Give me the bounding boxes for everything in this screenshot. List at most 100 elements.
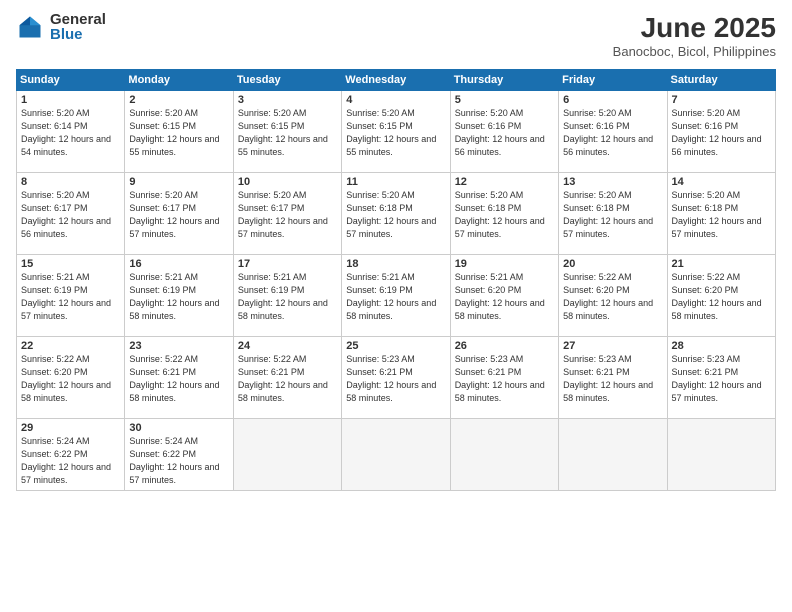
col-monday: Monday xyxy=(125,70,233,91)
day-number: 23 xyxy=(129,340,228,352)
table-row: 28 Sunrise: 5:23 AMSunset: 6:21 PMDaylig… xyxy=(667,337,775,419)
day-number: 5 xyxy=(455,94,554,106)
day-number: 30 xyxy=(129,422,228,434)
table-row: 23 Sunrise: 5:22 AMSunset: 6:21 PMDaylig… xyxy=(125,337,233,419)
table-row: 16 Sunrise: 5:21 AMSunset: 6:19 PMDaylig… xyxy=(125,255,233,337)
col-sunday: Sunday xyxy=(17,70,125,91)
day-number: 1 xyxy=(21,94,120,106)
table-row: 8 Sunrise: 5:20 AMSunset: 6:17 PMDayligh… xyxy=(17,173,125,255)
day-number: 3 xyxy=(238,94,337,106)
day-info: Sunrise: 5:20 AMSunset: 6:18 PMDaylight:… xyxy=(346,189,445,241)
day-number: 16 xyxy=(129,258,228,270)
day-number: 20 xyxy=(563,258,662,270)
col-wednesday: Wednesday xyxy=(342,70,450,91)
table-row xyxy=(667,419,775,491)
table-row: 17 Sunrise: 5:21 AMSunset: 6:19 PMDaylig… xyxy=(233,255,341,337)
logo-icon xyxy=(16,13,44,41)
day-info: Sunrise: 5:24 AMSunset: 6:22 PMDaylight:… xyxy=(21,435,120,487)
title-month: June 2025 xyxy=(613,12,776,44)
day-info: Sunrise: 5:21 AMSunset: 6:20 PMDaylight:… xyxy=(455,271,554,323)
day-number: 9 xyxy=(129,176,228,188)
day-number: 25 xyxy=(346,340,445,352)
day-info: Sunrise: 5:21 AMSunset: 6:19 PMDaylight:… xyxy=(346,271,445,323)
day-info: Sunrise: 5:23 AMSunset: 6:21 PMDaylight:… xyxy=(455,353,554,405)
day-number: 11 xyxy=(346,176,445,188)
day-number: 24 xyxy=(238,340,337,352)
logo-text: General Blue xyxy=(50,12,106,42)
day-info: Sunrise: 5:20 AMSunset: 6:16 PMDaylight:… xyxy=(563,107,662,159)
day-number: 15 xyxy=(21,258,120,270)
day-number: 12 xyxy=(455,176,554,188)
table-row: 12 Sunrise: 5:20 AMSunset: 6:18 PMDaylig… xyxy=(450,173,558,255)
day-info: Sunrise: 5:20 AMSunset: 6:17 PMDaylight:… xyxy=(21,189,120,241)
day-info: Sunrise: 5:21 AMSunset: 6:19 PMDaylight:… xyxy=(238,271,337,323)
table-row: 3 Sunrise: 5:20 AMSunset: 6:15 PMDayligh… xyxy=(233,91,341,173)
table-row: 7 Sunrise: 5:20 AMSunset: 6:16 PMDayligh… xyxy=(667,91,775,173)
day-number: 26 xyxy=(455,340,554,352)
day-number: 27 xyxy=(563,340,662,352)
table-row: 19 Sunrise: 5:21 AMSunset: 6:20 PMDaylig… xyxy=(450,255,558,337)
table-row: 21 Sunrise: 5:22 AMSunset: 6:20 PMDaylig… xyxy=(667,255,775,337)
day-number: 21 xyxy=(672,258,771,270)
table-row xyxy=(559,419,667,491)
day-info: Sunrise: 5:20 AMSunset: 6:17 PMDaylight:… xyxy=(238,189,337,241)
col-friday: Friday xyxy=(559,70,667,91)
calendar: Sunday Monday Tuesday Wednesday Thursday… xyxy=(16,69,776,491)
table-row xyxy=(342,419,450,491)
table-row xyxy=(233,419,341,491)
table-row: 25 Sunrise: 5:23 AMSunset: 6:21 PMDaylig… xyxy=(342,337,450,419)
day-info: Sunrise: 5:24 AMSunset: 6:22 PMDaylight:… xyxy=(129,435,228,487)
day-info: Sunrise: 5:20 AMSunset: 6:16 PMDaylight:… xyxy=(455,107,554,159)
logo: General Blue xyxy=(16,12,106,42)
table-row: 4 Sunrise: 5:20 AMSunset: 6:15 PMDayligh… xyxy=(342,91,450,173)
day-number: 2 xyxy=(129,94,228,106)
day-info: Sunrise: 5:20 AMSunset: 6:16 PMDaylight:… xyxy=(672,107,771,159)
logo-general: General xyxy=(50,12,106,27)
table-row: 15 Sunrise: 5:21 AMSunset: 6:19 PMDaylig… xyxy=(17,255,125,337)
day-number: 4 xyxy=(346,94,445,106)
table-row: 5 Sunrise: 5:20 AMSunset: 6:16 PMDayligh… xyxy=(450,91,558,173)
day-number: 19 xyxy=(455,258,554,270)
day-number: 10 xyxy=(238,176,337,188)
day-info: Sunrise: 5:23 AMSunset: 6:21 PMDaylight:… xyxy=(672,353,771,405)
day-info: Sunrise: 5:20 AMSunset: 6:17 PMDaylight:… xyxy=(129,189,228,241)
day-info: Sunrise: 5:22 AMSunset: 6:20 PMDaylight:… xyxy=(563,271,662,323)
day-number: 28 xyxy=(672,340,771,352)
day-number: 14 xyxy=(672,176,771,188)
table-row: 13 Sunrise: 5:20 AMSunset: 6:18 PMDaylig… xyxy=(559,173,667,255)
logo-blue: Blue xyxy=(50,27,106,42)
day-info: Sunrise: 5:20 AMSunset: 6:15 PMDaylight:… xyxy=(129,107,228,159)
table-row: 30 Sunrise: 5:24 AMSunset: 6:22 PMDaylig… xyxy=(125,419,233,491)
day-number: 29 xyxy=(21,422,120,434)
table-row: 22 Sunrise: 5:22 AMSunset: 6:20 PMDaylig… xyxy=(17,337,125,419)
table-row: 10 Sunrise: 5:20 AMSunset: 6:17 PMDaylig… xyxy=(233,173,341,255)
day-number: 6 xyxy=(563,94,662,106)
day-info: Sunrise: 5:21 AMSunset: 6:19 PMDaylight:… xyxy=(129,271,228,323)
page: General Blue June 2025 Banocboc, Bicol, … xyxy=(0,0,792,612)
day-number: 8 xyxy=(21,176,120,188)
day-info: Sunrise: 5:20 AMSunset: 6:15 PMDaylight:… xyxy=(346,107,445,159)
day-info: Sunrise: 5:21 AMSunset: 6:19 PMDaylight:… xyxy=(21,271,120,323)
header-row: Sunday Monday Tuesday Wednesday Thursday… xyxy=(17,70,776,91)
table-row: 11 Sunrise: 5:20 AMSunset: 6:18 PMDaylig… xyxy=(342,173,450,255)
day-info: Sunrise: 5:23 AMSunset: 6:21 PMDaylight:… xyxy=(346,353,445,405)
day-info: Sunrise: 5:20 AMSunset: 6:18 PMDaylight:… xyxy=(563,189,662,241)
table-row: 27 Sunrise: 5:23 AMSunset: 6:21 PMDaylig… xyxy=(559,337,667,419)
day-info: Sunrise: 5:22 AMSunset: 6:20 PMDaylight:… xyxy=(21,353,120,405)
col-thursday: Thursday xyxy=(450,70,558,91)
table-row: 9 Sunrise: 5:20 AMSunset: 6:17 PMDayligh… xyxy=(125,173,233,255)
day-info: Sunrise: 5:20 AMSunset: 6:15 PMDaylight:… xyxy=(238,107,337,159)
day-number: 13 xyxy=(563,176,662,188)
day-info: Sunrise: 5:22 AMSunset: 6:20 PMDaylight:… xyxy=(672,271,771,323)
day-number: 7 xyxy=(672,94,771,106)
table-row: 26 Sunrise: 5:23 AMSunset: 6:21 PMDaylig… xyxy=(450,337,558,419)
col-saturday: Saturday xyxy=(667,70,775,91)
table-row xyxy=(450,419,558,491)
title-block: June 2025 Banocboc, Bicol, Philippines xyxy=(613,12,776,59)
table-row: 18 Sunrise: 5:21 AMSunset: 6:19 PMDaylig… xyxy=(342,255,450,337)
day-info: Sunrise: 5:20 AMSunset: 6:14 PMDaylight:… xyxy=(21,107,120,159)
day-info: Sunrise: 5:20 AMSunset: 6:18 PMDaylight:… xyxy=(672,189,771,241)
day-info: Sunrise: 5:22 AMSunset: 6:21 PMDaylight:… xyxy=(238,353,337,405)
day-number: 17 xyxy=(238,258,337,270)
header: General Blue June 2025 Banocboc, Bicol, … xyxy=(16,12,776,59)
